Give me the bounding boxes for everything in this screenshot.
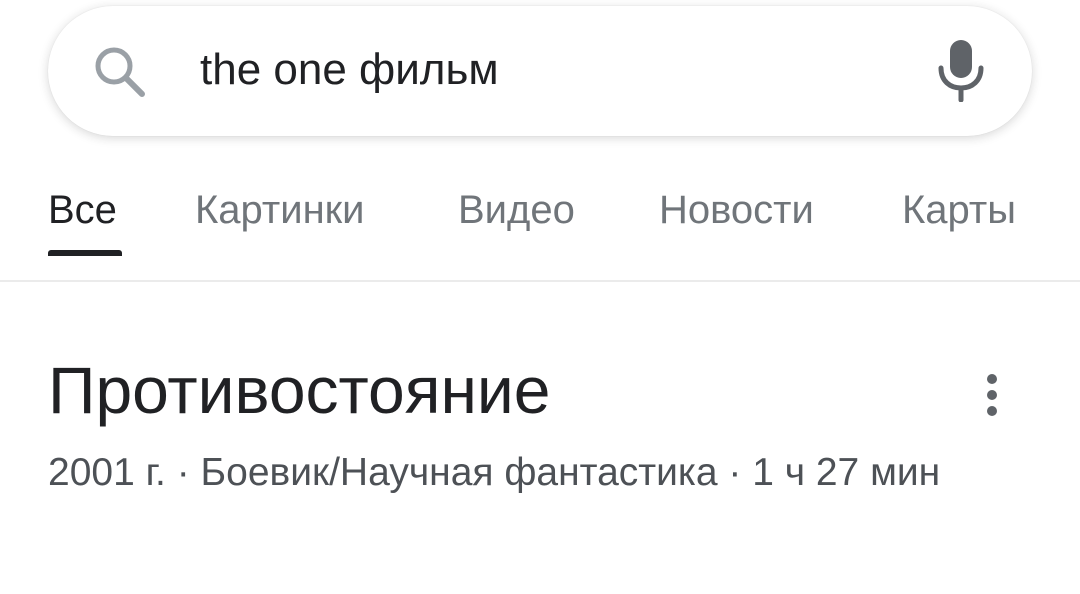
search-results-page: Все Картинки Видео Новости Карты Противо…: [0, 0, 1080, 594]
search-tabs: Все Картинки Видео Новости Карты: [0, 170, 1080, 280]
tab-maps[interactable]: Карты: [902, 188, 1016, 233]
more-vert-icon[interactable]: [972, 370, 1012, 420]
search-input[interactable]: [200, 38, 880, 102]
active-tab-indicator: [48, 250, 122, 256]
tab-news[interactable]: Новости: [659, 188, 814, 233]
tab-images[interactable]: Картинки: [195, 188, 365, 233]
tab-video[interactable]: Видео: [458, 188, 575, 233]
tab-all[interactable]: Все: [48, 188, 117, 233]
knowledge-panel-title: Противостояние: [48, 353, 551, 427]
tabs-divider: [0, 280, 1080, 282]
mic-icon[interactable]: [934, 38, 988, 103]
knowledge-panel-subtitle: 2001 г. · Боевик/Научная фантастика · 1 …: [48, 451, 941, 494]
search-icon[interactable]: [92, 44, 148, 100]
